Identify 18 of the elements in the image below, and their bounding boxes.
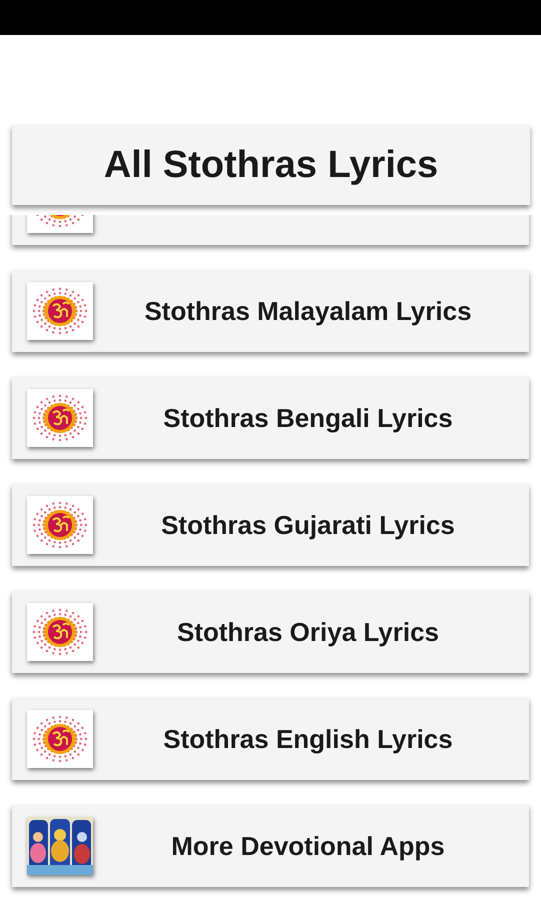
- om-icon: [27, 496, 93, 554]
- list-card[interactable]: Stothras Malayalam Lyrics: [12, 270, 529, 352]
- list-card[interactable]: Stothras English Lyrics: [12, 698, 529, 780]
- list-card[interactable]: Stothras Oriya Lyrics: [12, 591, 529, 673]
- om-icon: [27, 603, 93, 661]
- item-label: Stothras Malayalam Lyrics: [143, 294, 473, 328]
- header-title: All Stothras Lyrics: [104, 142, 438, 188]
- om-icon: [27, 710, 93, 768]
- om-icon: [27, 282, 93, 340]
- list-card[interactable]: More Devotional Apps: [12, 805, 529, 887]
- list-card[interactable]: Stothras Gujarati Lyrics: [12, 484, 529, 566]
- item-label: Stothras Bengali Lyrics: [162, 402, 454, 434]
- item-label: More Devotional Apps: [170, 830, 446, 862]
- list-card[interactable]: Stothras Bengali Lyrics: [12, 377, 529, 459]
- item-label: Stothras Gujarati Lyrics: [160, 508, 456, 542]
- om-icon: [27, 389, 93, 447]
- item-label: Stothras Oriya Lyrics: [176, 616, 440, 648]
- item-label: Stothras English Lyrics: [162, 722, 454, 756]
